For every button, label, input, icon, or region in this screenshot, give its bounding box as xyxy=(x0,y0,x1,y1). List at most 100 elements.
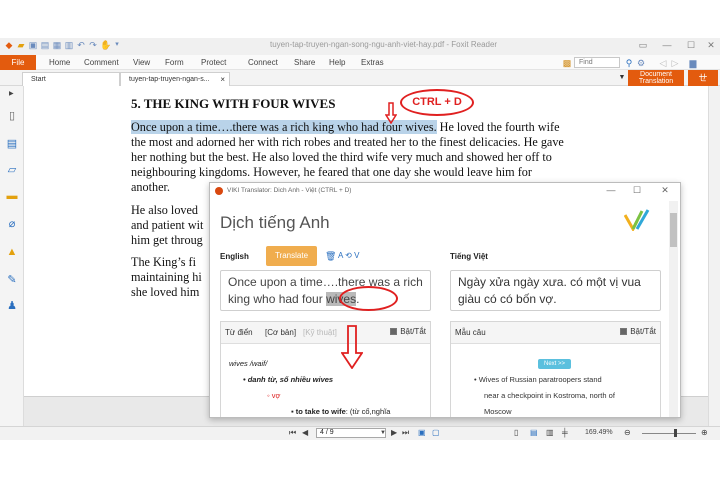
signature-icon[interactable]: ✎ xyxy=(6,274,18,286)
doc-line-9: The King’s fi xyxy=(131,255,196,269)
hand-tool-icon[interactable]: ✋ xyxy=(100,40,111,50)
zoom-slider-thumb[interactable] xyxy=(674,429,677,437)
translator-close-button[interactable]: ✕ xyxy=(658,185,672,196)
document-scrollbar[interactable] xyxy=(708,86,720,426)
translator-minimize-button[interactable]: — xyxy=(604,185,618,195)
comments-icon[interactable]: ▬ xyxy=(6,190,18,202)
attachment-icon[interactable]: ⌀ xyxy=(6,218,18,230)
zoom-out-icon[interactable]: ⊖ xyxy=(624,428,631,438)
last-page-icon[interactable]: ⏭ xyxy=(402,428,409,438)
examples-toggle[interactable]: Bật/Tắt xyxy=(620,327,656,336)
find-tool-icon[interactable]: ▩ xyxy=(562,58,572,68)
save-icon[interactable]: ▣ xyxy=(28,40,38,50)
sidebar-expand-icon[interactable]: ▶ xyxy=(9,90,14,97)
tab-close-icon[interactable]: × xyxy=(220,73,225,86)
viki-translator-window: VIKI Translator: Dich Anh - Việt (CTRL +… xyxy=(209,182,681,418)
settings-gear-icon[interactable]: ⚙ xyxy=(636,58,646,68)
menu-home[interactable]: Home xyxy=(49,58,70,67)
fit-page-icon[interactable]: ▢ xyxy=(432,428,440,438)
page-dropdown-icon[interactable]: ▼ xyxy=(380,428,386,438)
next-example-button[interactable]: Next >> xyxy=(538,359,571,369)
ctrl-d-annotation: CTRL + D xyxy=(400,89,474,116)
facing-page-icon[interactable]: ▥ xyxy=(546,428,554,438)
dict-meaning-text: vợ xyxy=(271,391,281,400)
page-thumbnail-icon[interactable]: ▯ xyxy=(6,110,18,122)
split-view-icon[interactable]: ╪ xyxy=(562,428,568,438)
back-arrow-icon[interactable]: ◁ xyxy=(658,58,668,68)
first-page-icon[interactable]: ⏮ xyxy=(289,428,296,438)
dictionary-checkbox[interactable] xyxy=(390,328,398,335)
dictionary-panel: Từ điển [Cơ bản] [Kỹ thuật] Bật/Tắt wive… xyxy=(220,321,431,417)
trash-icon[interactable]: 🗑 xyxy=(325,251,336,262)
tab-start[interactable]: Start xyxy=(22,72,120,86)
undo-icon[interactable]: ↶ xyxy=(76,40,86,50)
tab-dropdown-icon[interactable]: ▼ xyxy=(617,73,627,83)
customize-toolbar-icon[interactable]: ▾ xyxy=(112,40,122,50)
maximize-button[interactable]: ☐ xyxy=(684,40,698,50)
layers-icon[interactable]: ▱ xyxy=(6,164,18,176)
page-number-field[interactable]: 4 / 9 xyxy=(316,428,386,438)
menu-view[interactable]: View xyxy=(133,58,150,67)
zoom-in-icon[interactable]: ⊕ xyxy=(701,428,708,438)
minimize-button[interactable]: — xyxy=(660,40,674,50)
user-account-icon[interactable]: ▆ xyxy=(688,58,698,68)
forward-arrow-icon[interactable]: ▷ xyxy=(670,58,680,68)
clipboard-icon[interactable]: ▥ xyxy=(64,40,74,50)
lock-icon[interactable]: ▲ xyxy=(6,246,18,258)
translation-app-icon[interactable]: ㄝ xyxy=(688,70,718,86)
wives-annotation-circle xyxy=(339,286,398,311)
redo-icon[interactable]: ↷ xyxy=(88,40,98,50)
file-menu[interactable]: File xyxy=(0,55,36,70)
dictionary-toggle-label: Bật/Tắt xyxy=(400,327,426,336)
document-translation-button[interactable]: Document Translation xyxy=(628,70,684,86)
menu-protect[interactable]: Protect xyxy=(201,58,226,67)
tab-dictionary-basic[interactable]: [Cơ bản] xyxy=(265,328,296,337)
menu-connect[interactable]: Connect xyxy=(248,58,278,67)
dict-phrase-rest: : (từ cổ,nghĩa xyxy=(345,407,391,416)
zoom-level[interactable]: 169.49% xyxy=(585,429,613,436)
menu-comment[interactable]: Comment xyxy=(84,58,119,67)
single-page-icon[interactable]: ▯ xyxy=(514,428,518,438)
menu-share[interactable]: Share xyxy=(294,58,315,67)
properties-icon[interactable]: ▦ xyxy=(52,40,62,50)
translate-button[interactable]: Translate xyxy=(266,246,317,266)
pages-icon[interactable]: ▤ xyxy=(6,138,18,150)
dict-meaning: ◦ vợ xyxy=(267,391,281,400)
view-mode-icon[interactable]: ▣ xyxy=(418,428,426,438)
open-folder-icon[interactable]: ▰ xyxy=(16,40,26,50)
dict-pos-text: danh từ, số nhiều wives xyxy=(247,375,334,384)
previous-page-icon[interactable]: ◀ xyxy=(302,428,308,438)
next-page-icon[interactable]: ▶ xyxy=(391,428,397,438)
translator-scroll-thumb[interactable] xyxy=(670,213,677,247)
tab-examples[interactable]: Mẫu câu xyxy=(455,328,486,337)
tab-dictionary[interactable]: Từ điển xyxy=(225,328,253,337)
menu-form[interactable]: Form xyxy=(165,58,184,67)
zoom-slider[interactable] xyxy=(642,433,696,434)
doc-line-8: him get throug xyxy=(131,233,203,247)
doc-line-10: maintaining hi xyxy=(131,270,202,284)
close-button[interactable]: ✕ xyxy=(704,40,718,50)
menu-help[interactable]: Help xyxy=(329,58,345,67)
examples-checkbox[interactable] xyxy=(620,328,628,335)
continuous-page-icon[interactable]: ▤ xyxy=(530,428,538,438)
tab-document[interactable]: tuyen-tap-truyen-ngan-s... × xyxy=(120,72,230,86)
source-text-area[interactable]: Once upon a time….there was a rich king … xyxy=(220,270,431,311)
app-logo-icon: ◆ xyxy=(5,40,13,50)
user-icon[interactable]: ♟ xyxy=(6,300,18,312)
bottom-blank-area xyxy=(0,440,720,480)
search-icon[interactable]: ⚲ xyxy=(624,58,634,68)
print-icon[interactable]: ▤ xyxy=(40,40,50,50)
target-text-area[interactable]: Ngày xửa ngày xưa. có một vị vua giàu có… xyxy=(450,270,661,311)
doc-line-1[interactable]: Once upon a time….there was a rich king … xyxy=(131,120,559,135)
source-language-label: English xyxy=(220,252,249,261)
dictionary-toggle[interactable]: Bật/Tắt xyxy=(390,327,426,336)
dict-phrase: ▪ to take to wife: (từ cổ,nghĩa xyxy=(291,407,391,416)
menu-extras[interactable]: Extras xyxy=(361,58,384,67)
swap-languages-button[interactable]: A ⟲ V xyxy=(338,251,359,260)
tab-document-label: tuyen-tap-truyen-ngan-s... xyxy=(129,76,210,83)
ribbon-toggle-button[interactable]: ▭ xyxy=(636,40,650,50)
translator-maximize-button[interactable]: ☐ xyxy=(630,185,644,196)
tab-dictionary-technical[interactable]: [Kỹ thuật] xyxy=(303,328,337,337)
find-input[interactable]: Find xyxy=(574,57,620,68)
doc-line-3: her nothing but the best. He also loved … xyxy=(131,150,552,164)
